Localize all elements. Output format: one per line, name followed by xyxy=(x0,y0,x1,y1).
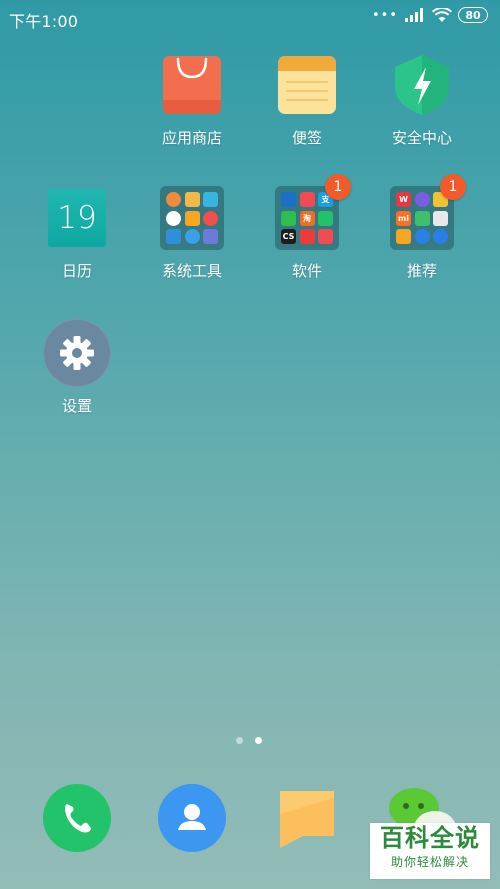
watermark-subtitle: 助你轻松解决 xyxy=(390,855,469,869)
battery-icon: 80 xyxy=(458,7,488,23)
star-icon xyxy=(414,192,430,207)
page-indicator xyxy=(236,737,262,744)
clock-icon xyxy=(166,210,181,226)
app-calendar[interactable]: 19 日历 xyxy=(22,186,132,281)
mi-icon: mi xyxy=(396,210,411,226)
folder-preview-grid: 支淘 CS xyxy=(281,192,333,244)
calculator-icon xyxy=(166,192,181,207)
notification-badge: 1 xyxy=(325,174,351,200)
app-label: 设置 xyxy=(61,397,92,415)
scan-icon xyxy=(203,229,218,244)
phone-icon xyxy=(43,784,111,852)
camscanner-icon: CS xyxy=(281,229,296,244)
app-label: 系统工具 xyxy=(161,262,222,280)
app-label: 推荐 xyxy=(406,262,437,280)
dock-phone[interactable] xyxy=(43,784,111,852)
app-icon xyxy=(318,210,333,226)
wps-icon: W xyxy=(396,192,411,207)
settings-app-icon xyxy=(43,319,111,387)
recorder-icon xyxy=(203,210,218,226)
watermark-title: 百科全说 xyxy=(380,824,480,852)
browser-icon xyxy=(414,229,430,244)
gear-icon xyxy=(60,336,94,370)
page-dot-active[interactable] xyxy=(255,737,262,744)
status-time: 下午1:00 xyxy=(9,12,79,31)
calendar-day: 19 xyxy=(57,200,97,236)
folder-icon: Wmi 1 xyxy=(390,174,466,250)
app-label: 便签 xyxy=(291,129,322,147)
folder-system-tools[interactable]: 系统工具 xyxy=(137,186,247,281)
folder-software[interactable]: 支淘 CS 1 软件 xyxy=(252,174,362,281)
folder-preview-grid xyxy=(166,192,218,244)
contacts-icon xyxy=(158,784,226,852)
toutiao-icon xyxy=(299,229,315,244)
bag-icon xyxy=(414,210,430,226)
app-settings[interactable]: 设置 xyxy=(22,319,132,416)
app-label: 安全中心 xyxy=(391,129,452,147)
file-manager-icon xyxy=(184,192,200,207)
folder-preview-grid: Wmi xyxy=(396,192,448,244)
compass-icon xyxy=(184,210,200,226)
messages-icon xyxy=(280,791,334,848)
app-store[interactable]: 应用商店 xyxy=(137,53,247,148)
edge-icon xyxy=(433,229,448,244)
iqiyi-icon xyxy=(281,210,296,226)
wifi-icon xyxy=(432,7,452,22)
folder-recommend[interactable]: Wmi 1 推荐 xyxy=(367,174,477,281)
app-label: 软件 xyxy=(291,262,322,280)
app-notes[interactable]: 便签 xyxy=(252,53,362,148)
watermark-logo: 百科全说 助你轻松解决 xyxy=(370,823,490,879)
folder-icon xyxy=(160,186,224,250)
status-bar: 下午1:00 ••• 80 xyxy=(0,0,500,34)
signal-icon xyxy=(405,8,423,22)
app-label: 日历 xyxy=(61,262,92,280)
dock-messages[interactable] xyxy=(273,784,341,852)
status-icons: ••• 80 xyxy=(372,7,488,23)
dock-contacts[interactable] xyxy=(158,784,226,852)
app-label: 应用商店 xyxy=(161,129,222,147)
notification-badge: 1 xyxy=(440,174,466,200)
page-dot[interactable] xyxy=(236,737,243,744)
play-store-icon xyxy=(433,210,448,226)
umbrella-icon xyxy=(318,229,333,244)
notes-icon xyxy=(275,53,339,117)
more-dots-icon: ••• xyxy=(371,7,398,23)
mail-icon xyxy=(203,192,218,207)
taobao-icon: 淘 xyxy=(299,210,315,226)
gear-mini-icon xyxy=(184,229,200,244)
ctrip-icon xyxy=(281,192,296,207)
shield-icon xyxy=(390,53,454,117)
pocket-icon xyxy=(299,192,315,207)
calendar-icon: 19 xyxy=(45,186,109,250)
app-security[interactable]: 安全中心 xyxy=(367,53,477,148)
pen-icon xyxy=(166,229,181,244)
folder-icon: 支淘 CS 1 xyxy=(275,174,351,250)
store-bag-icon xyxy=(160,53,224,117)
phone-mini-icon xyxy=(396,229,411,244)
